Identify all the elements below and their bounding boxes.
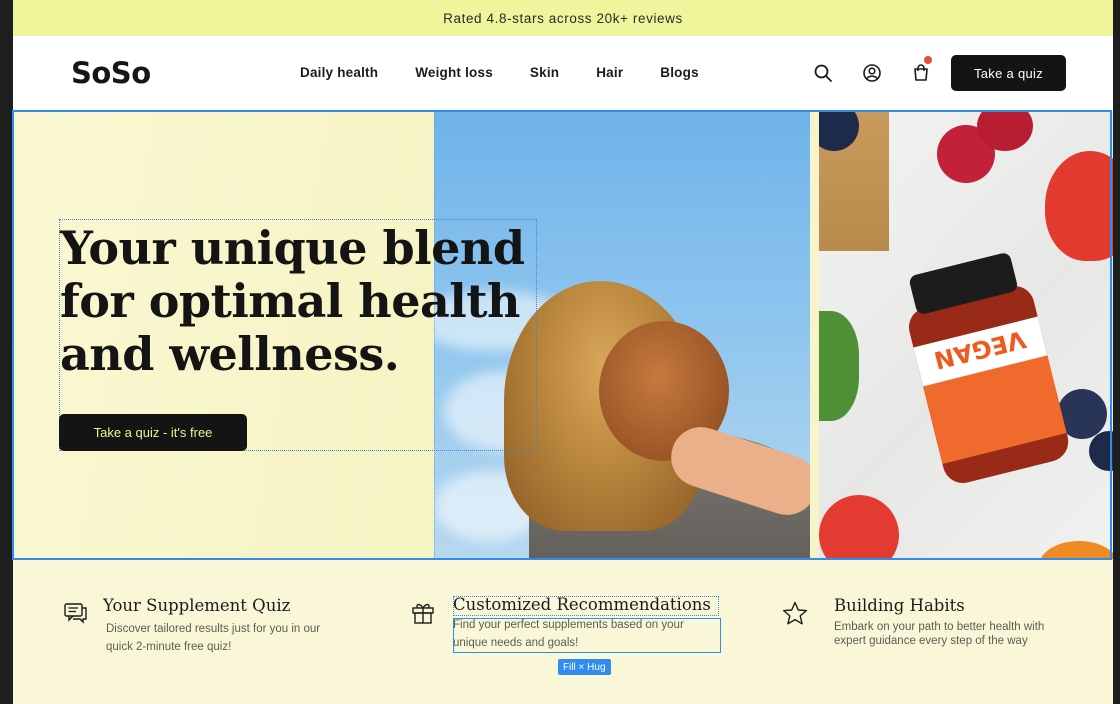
- cart-badge-dot: [924, 56, 932, 64]
- cart-icon[interactable]: [911, 63, 931, 83]
- logo[interactable]: SoSo: [71, 56, 151, 90]
- nav-item-hair[interactable]: Hair: [596, 65, 623, 80]
- account-icon[interactable]: [862, 63, 882, 83]
- nav-item-weight-loss[interactable]: Weight loss: [415, 65, 493, 80]
- chat-icon: [64, 603, 87, 624]
- nav-item-blogs[interactable]: Blogs: [660, 65, 699, 80]
- text-selection-guide: [453, 596, 719, 616]
- feature-description: Embark on your path to better health wit…: [834, 621, 1045, 647]
- headline-line: and wellness.: [60, 327, 400, 381]
- site-header: SoSo Daily health Weight loss Skin Hair …: [13, 36, 1113, 110]
- main-nav: Daily health Weight loss Skin Hair Blogs: [300, 65, 736, 80]
- feature-title: Building Habits: [834, 596, 965, 615]
- page-frame: Rated 4.8-stars across 20k+ reviews SoSo…: [13, 0, 1113, 704]
- feature-title: Your Supplement Quiz: [103, 596, 291, 615]
- selected-text-frame[interactable]: [453, 618, 721, 653]
- nav-item-daily-health[interactable]: Daily health: [300, 65, 378, 80]
- hero-quiz-button[interactable]: Take a quiz - it's free: [59, 414, 247, 451]
- promo-text: Rated 4.8-stars across 20k+ reviews: [443, 10, 683, 26]
- headline-line: Your unique blend: [60, 221, 525, 275]
- headline-line: for optimal health: [60, 274, 520, 328]
- take-quiz-button[interactable]: Take a quiz: [951, 55, 1066, 91]
- promo-banner: Rated 4.8-stars across 20k+ reviews: [13, 0, 1113, 36]
- hero-photo-product: VEGAN: [819, 111, 1113, 559]
- star-icon: [783, 601, 807, 625]
- supplement-bottle: VEGAN: [891, 247, 1078, 488]
- feature-description: Discover tailored results just for you i…: [106, 623, 321, 653]
- gift-icon: [412, 603, 434, 624]
- sizing-badge[interactable]: Fill × Hug: [558, 659, 611, 675]
- hero-headline: Your unique blend for optimal health and…: [60, 222, 530, 381]
- nav-item-skin[interactable]: Skin: [530, 65, 559, 80]
- search-icon[interactable]: [813, 63, 833, 83]
